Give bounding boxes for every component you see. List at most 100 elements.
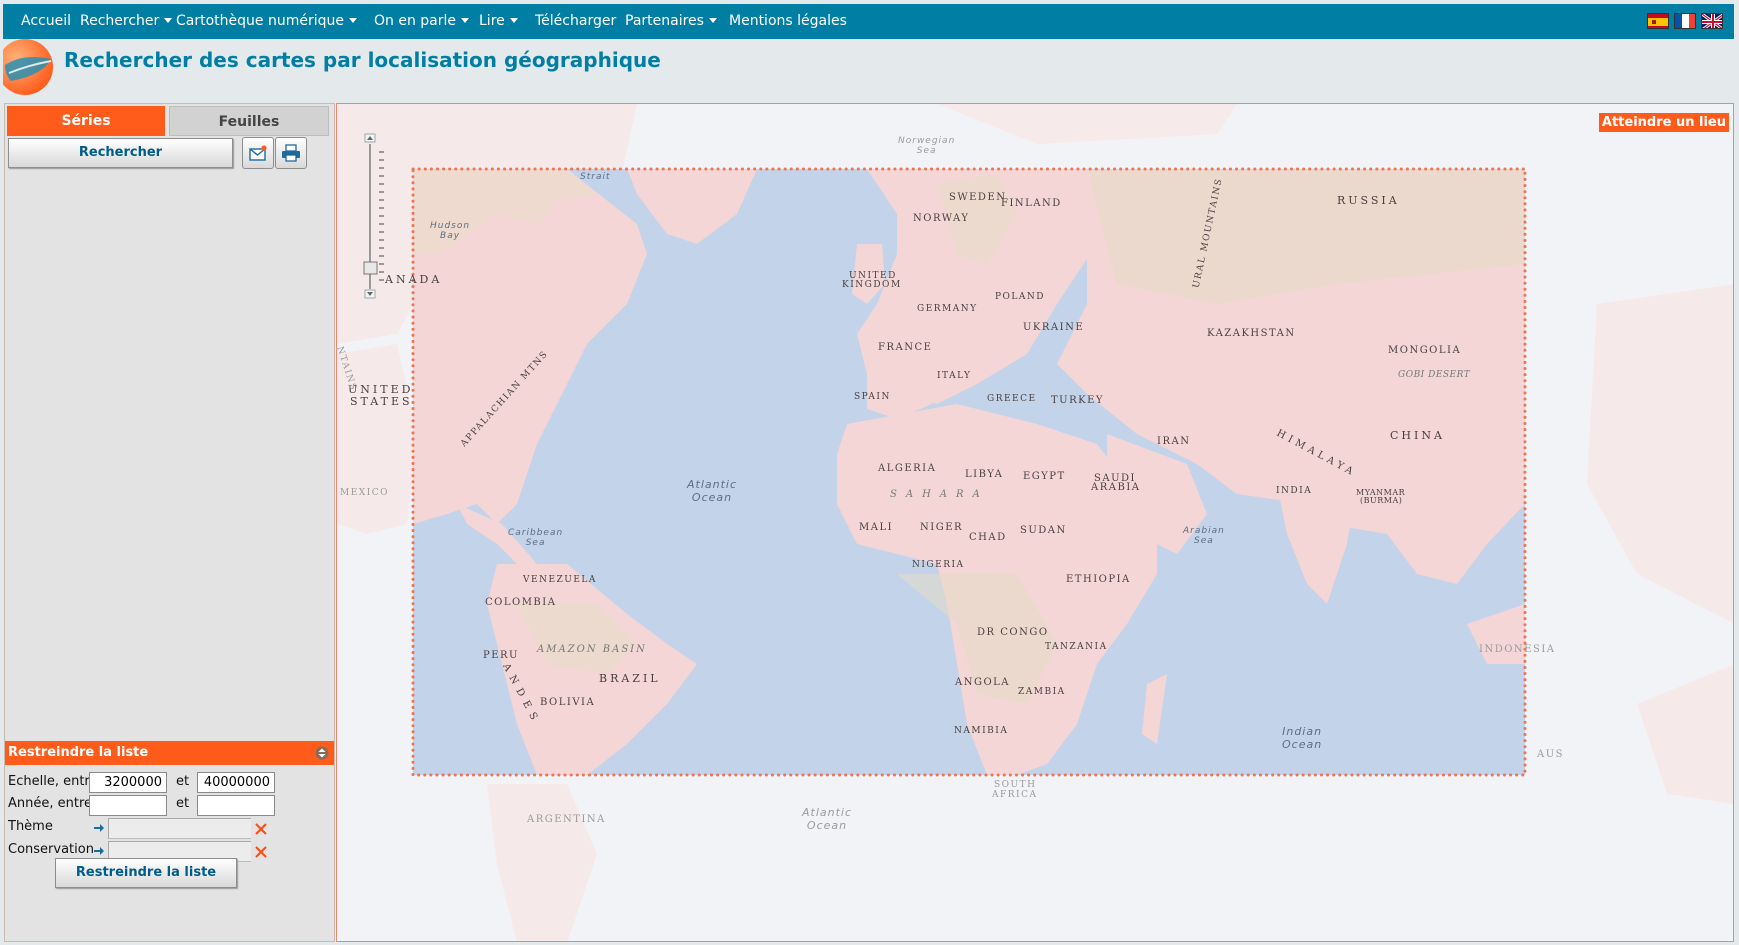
tab-feuilles[interactable]: Feuilles — [169, 106, 329, 136]
map-label: LIBYA — [965, 469, 1004, 480]
sea-label: Sea — [1194, 536, 1214, 546]
restrict-list-button[interactable]: Restreindre la liste — [55, 858, 237, 888]
nav-on-en-parle[interactable]: On en parle — [374, 4, 470, 39]
theme-field[interactable] — [108, 818, 251, 839]
map-label: VENEZUELA — [523, 575, 597, 585]
email-button[interactable] — [242, 137, 274, 169]
map-label: INDONESIA — [1479, 644, 1556, 655]
map-label: NAMIBIA — [954, 726, 1009, 736]
echelle-max-input[interactable] — [197, 772, 275, 793]
echelle-label: Echelle, entre — [8, 774, 98, 789]
map-view[interactable]: Atteindre un lieu SWEDEN FINLAND RUSSIA … — [336, 103, 1734, 942]
zoom-handle — [363, 261, 378, 275]
map-label: SPAIN — [854, 392, 891, 402]
map-label: GOBI DESERT — [1398, 370, 1471, 380]
map-label: TANZANIA — [1045, 642, 1108, 652]
caret-down-icon — [164, 18, 173, 23]
map-label: GREECE — [987, 394, 1037, 404]
goto-place-button[interactable]: Atteindre un lieu — [1598, 113, 1729, 132]
map-label: SOUTH — [994, 780, 1037, 790]
uk-flag-icon[interactable] — [1701, 13, 1723, 29]
search-button[interactable]: Rechercher — [8, 138, 233, 168]
sea-label: Caribbean — [508, 528, 564, 538]
tab-series[interactable]: Séries — [7, 106, 165, 136]
clear-x-icon[interactable] — [254, 822, 268, 836]
nav-mentions-legales[interactable]: Mentions légales — [729, 4, 847, 39]
sea-label: Arabian — [1183, 526, 1225, 536]
map-label: SAHARA — [890, 489, 989, 500]
sea-label: Ocean — [806, 819, 848, 832]
map-label: KINGDOM — [842, 280, 902, 290]
nav-label: Rechercher — [80, 13, 160, 29]
map-label: KAZAKHSTAN — [1207, 328, 1296, 339]
map-label: ZAMBIA — [1018, 687, 1066, 697]
map-label: ALGERIA — [878, 463, 937, 474]
sea-label: Atlantic — [802, 806, 853, 819]
nav-telecharger[interactable]: Télécharger — [535, 4, 616, 39]
map-label: Arabian Sea — [1183, 526, 1225, 546]
clear-x-icon[interactable] — [254, 845, 268, 859]
map-label: STATES — [350, 395, 413, 408]
nav-label: Mentions légales — [729, 13, 847, 29]
map-label: COLOMBIA — [485, 597, 557, 608]
map-label: PERU — [483, 650, 519, 661]
map-label: FRANCE — [878, 342, 933, 353]
annee-max-input[interactable] — [197, 795, 275, 816]
map-label: RUSSIA — [1337, 194, 1400, 207]
arrow-right-icon[interactable] — [93, 822, 105, 834]
sea-label: Sea — [525, 538, 546, 548]
map-label: Indian Ocean — [1282, 725, 1322, 751]
nav-lire[interactable]: Lire — [479, 4, 518, 39]
map-label: NORWAY — [913, 213, 970, 224]
map-label: MALI — [859, 522, 894, 533]
left-panel: Séries Feuilles Rechercher Restreindre l… — [4, 103, 335, 942]
arrow-right-icon[interactable] — [93, 845, 105, 857]
map-label: ANADA — [385, 273, 443, 286]
caret-down-icon — [708, 18, 717, 23]
map-label: MEXICO — [340, 488, 390, 498]
restrict-header-label: Restreindre la liste — [8, 745, 149, 760]
map-label: AFRICA — [992, 790, 1038, 800]
map-label: BRAZIL — [599, 672, 661, 685]
map-label: MONGOLIA — [1388, 345, 1462, 356]
annee-and-label: et — [176, 796, 190, 811]
sea-label: Atlantic — [687, 478, 738, 491]
map-label: Strait — [580, 172, 611, 182]
annee-label: Année, entre — [8, 796, 93, 811]
map-label: ARGENTINA — [527, 814, 606, 825]
sea-label: Ocean — [1282, 738, 1323, 751]
map-label: AMAZON BASIN — [537, 644, 647, 655]
map-label: DR CONGO — [977, 627, 1049, 638]
map-label: IRAN — [1157, 436, 1191, 447]
email-icon — [249, 145, 267, 161]
page-title: Rechercher des cartes par localisation g… — [64, 48, 661, 72]
map-label: Norwegian Sea — [898, 136, 955, 156]
echelle-min-input[interactable] — [89, 772, 167, 793]
map-label: GERMANY — [917, 304, 978, 314]
map-label: AUS — [1537, 749, 1564, 760]
conservation-label: Conservation — [8, 842, 94, 857]
sea-label: Ocean — [691, 491, 733, 504]
print-button[interactable] — [275, 137, 307, 169]
map-label: FINLAND — [1001, 198, 1062, 209]
collapse-toggle-icon[interactable] — [315, 745, 329, 761]
nav-cartotheque[interactable]: Cartothèque numérique — [176, 4, 357, 39]
nav-rechercher[interactable]: Rechercher — [80, 4, 173, 39]
map-label: BOLIVIA — [540, 697, 596, 708]
nav-label: Cartothèque numérique — [176, 13, 344, 29]
map-label: UKRAINE — [1023, 322, 1085, 333]
sea-label: Sea — [916, 146, 937, 156]
map-label: NIGER — [920, 522, 964, 533]
annee-min-input[interactable] — [89, 795, 167, 816]
france-flag-icon[interactable] — [1674, 13, 1696, 29]
spain-flag-icon[interactable] — [1647, 13, 1669, 29]
sea-label: Norwegian — [898, 136, 956, 146]
site-logo — [0, 35, 55, 97]
nav-accueil[interactable]: Accueil — [21, 4, 71, 39]
nav-partenaires[interactable]: Partenaires — [625, 4, 717, 39]
map-label: NIGERIA — [912, 560, 965, 570]
restrict-list-header[interactable]: Restreindre la liste — [5, 741, 334, 765]
map-label: ITALY — [937, 371, 972, 381]
nav-label: Télécharger — [535, 13, 617, 29]
map-label: ANGOLA — [955, 677, 1011, 688]
